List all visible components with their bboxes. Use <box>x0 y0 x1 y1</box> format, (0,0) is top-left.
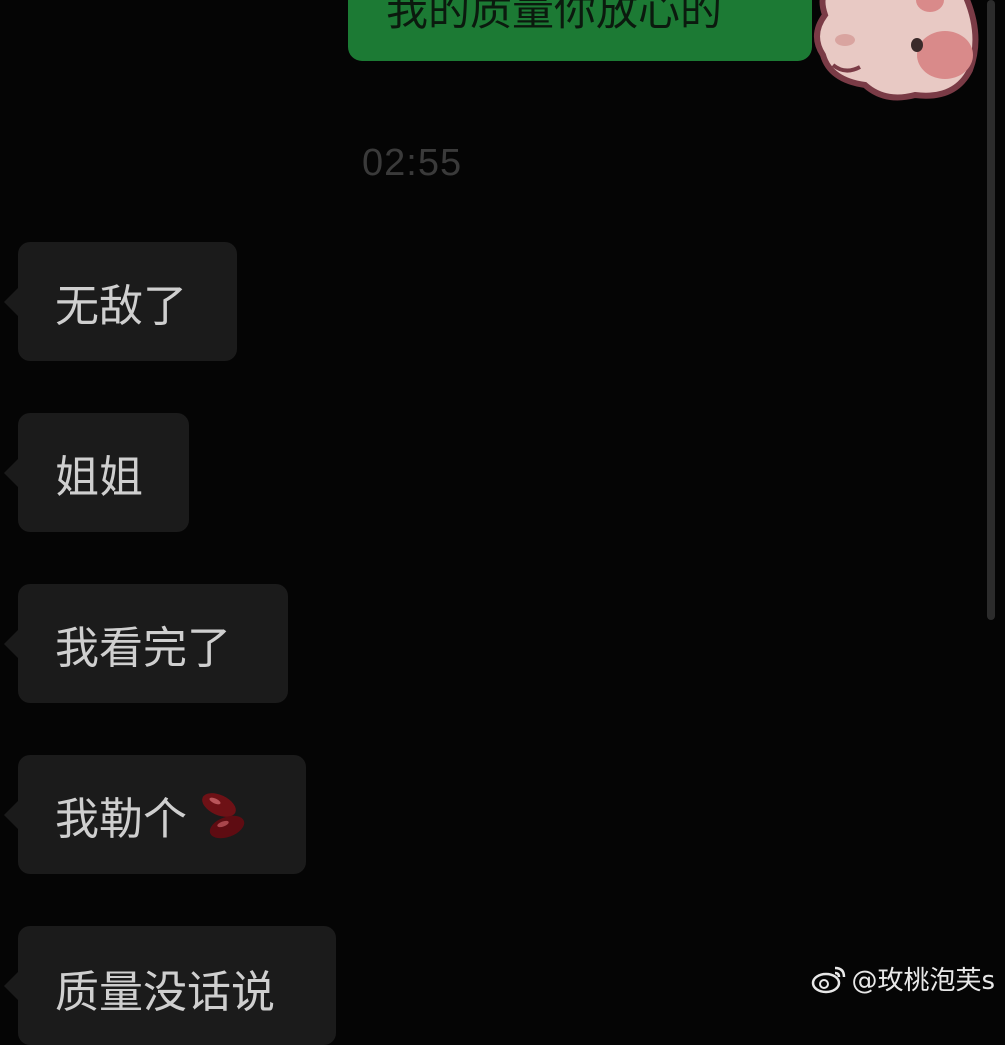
scrollbar[interactable] <box>987 0 995 620</box>
received-message-bubble[interactable]: 无敌了 <box>4 242 237 361</box>
received-message-bubble[interactable]: 我看完了 <box>4 584 288 703</box>
watermark: @玫桃泡芙s <box>811 960 995 997</box>
received-message-text: 我看完了 <box>55 622 231 674</box>
received-message-text: 姐姐 <box>55 451 143 503</box>
message-timestamp: 02:55 <box>362 142 463 184</box>
chat-view: 我的质量你放心的 02:55 无敌了 姐姐 我看完了 我勒个 质量没话说 @玫桃… <box>0 0 1005 1045</box>
sent-message-text: 我的质量你放心的 <box>386 0 723 35</box>
weibo-icon <box>812 966 846 993</box>
received-message-text: 无敌了 <box>55 280 187 332</box>
bean-icon <box>202 792 245 838</box>
received-message-text: 质量没话说 <box>55 967 275 1018</box>
sticker-avatar[interactable] <box>805 0 985 105</box>
watermark-text: @玫桃泡芙s <box>851 966 995 996</box>
received-message-text: 我勒个 <box>55 793 187 845</box>
sent-message-bubble[interactable]: 我的质量你放心的 <box>348 0 812 61</box>
received-message-bubble[interactable]: 我勒个 <box>4 755 306 874</box>
received-message-bubble[interactable]: 姐姐 <box>4 413 189 532</box>
received-message-bubble[interactable]: 质量没话说 <box>4 926 336 1045</box>
